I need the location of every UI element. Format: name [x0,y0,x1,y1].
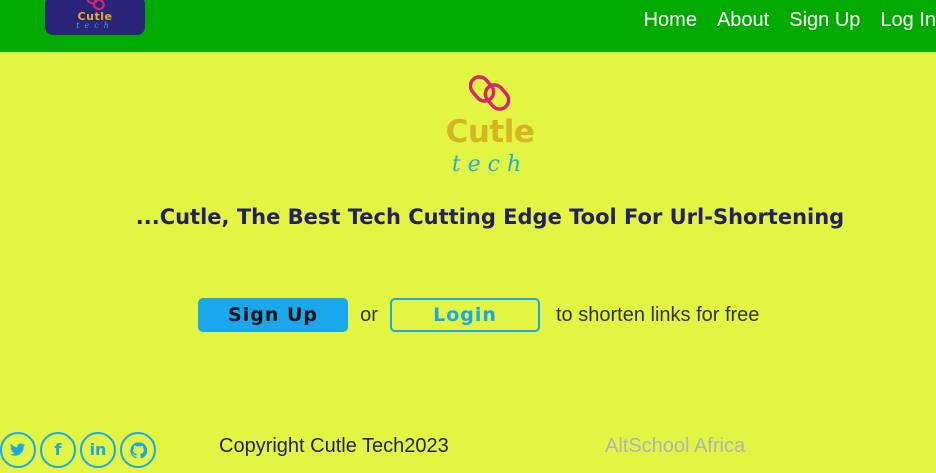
nav-home-link[interactable]: Home [644,9,697,32]
hero-logo-word: Cutle [445,114,535,150]
nav-about-link[interactable]: About [717,9,769,32]
main-nav: Home About Sign Up Log In [644,0,936,40]
hero-logo-subword: tech [451,152,529,174]
landing-page: Cutle tech Home About Sign Up Log In Cut… [0,0,936,473]
or-separator: or [360,303,378,326]
social-links: f in [0,432,156,468]
twitter-icon [10,443,26,456]
signup-button[interactable]: Sign Up [198,298,348,332]
facebook-icon: f [54,440,62,459]
altschool-link[interactable]: AltSchool Africa [605,435,745,458]
navbar-logo[interactable]: Cutle tech [45,0,145,35]
login-button[interactable]: Login [390,298,540,332]
top-navbar: Cutle tech Home About Sign Up Log In [0,0,936,52]
github-link[interactable] [120,432,156,468]
nav-signup-link[interactable]: Sign Up [789,9,860,32]
chain-link-icon [469,75,511,111]
linkedin-link[interactable]: in [80,432,116,468]
twitter-link[interactable] [0,432,36,468]
linkedin-icon: in [89,440,107,459]
facebook-link[interactable]: f [40,432,76,468]
nav-login-link[interactable]: Log In [880,9,936,32]
hero-tagline: ...Cutle, The Best Tech Cutting Edge Too… [135,205,845,229]
copyright-text: Copyright Cutle Tech2023 [219,435,449,457]
github-icon [129,441,147,458]
navbar-logo-subword: tech [76,21,114,30]
cta-row: Sign Up or Login to shorten links for fr… [198,298,759,332]
hero-logo: Cutle tech [430,70,550,174]
cta-suffix-text: to shorten links for free [556,303,760,326]
